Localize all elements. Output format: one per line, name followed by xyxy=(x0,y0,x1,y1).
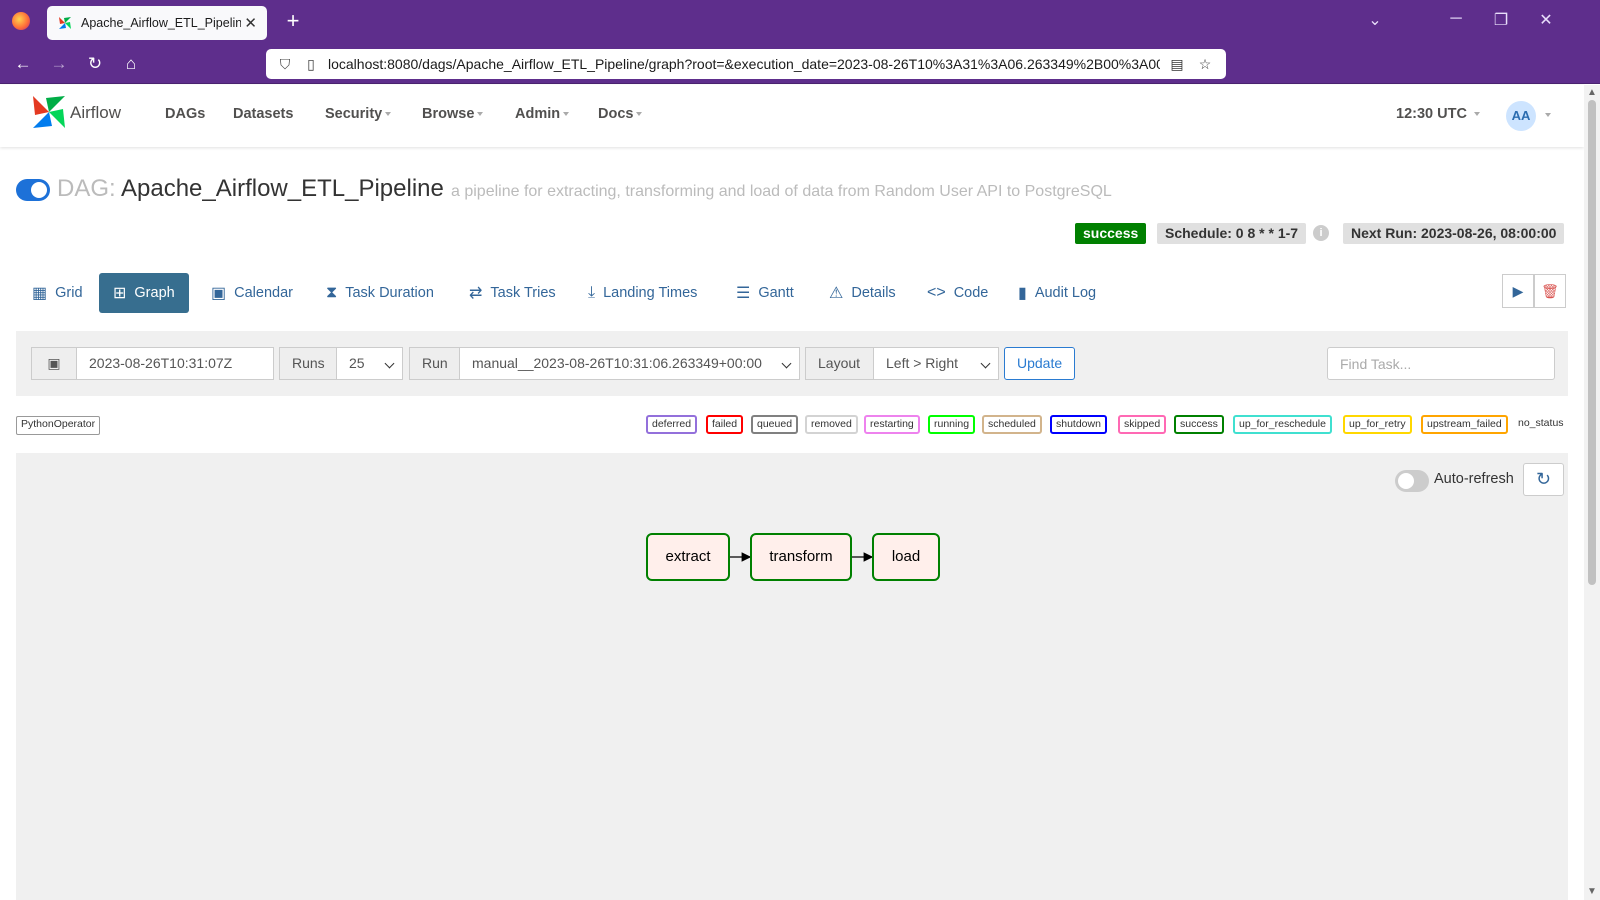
graph-edges xyxy=(730,552,874,562)
task-node-load[interactable]: load xyxy=(872,533,940,581)
task-node-extract[interactable]: extract xyxy=(646,533,730,581)
task-node-transform[interactable]: transform xyxy=(750,533,852,581)
